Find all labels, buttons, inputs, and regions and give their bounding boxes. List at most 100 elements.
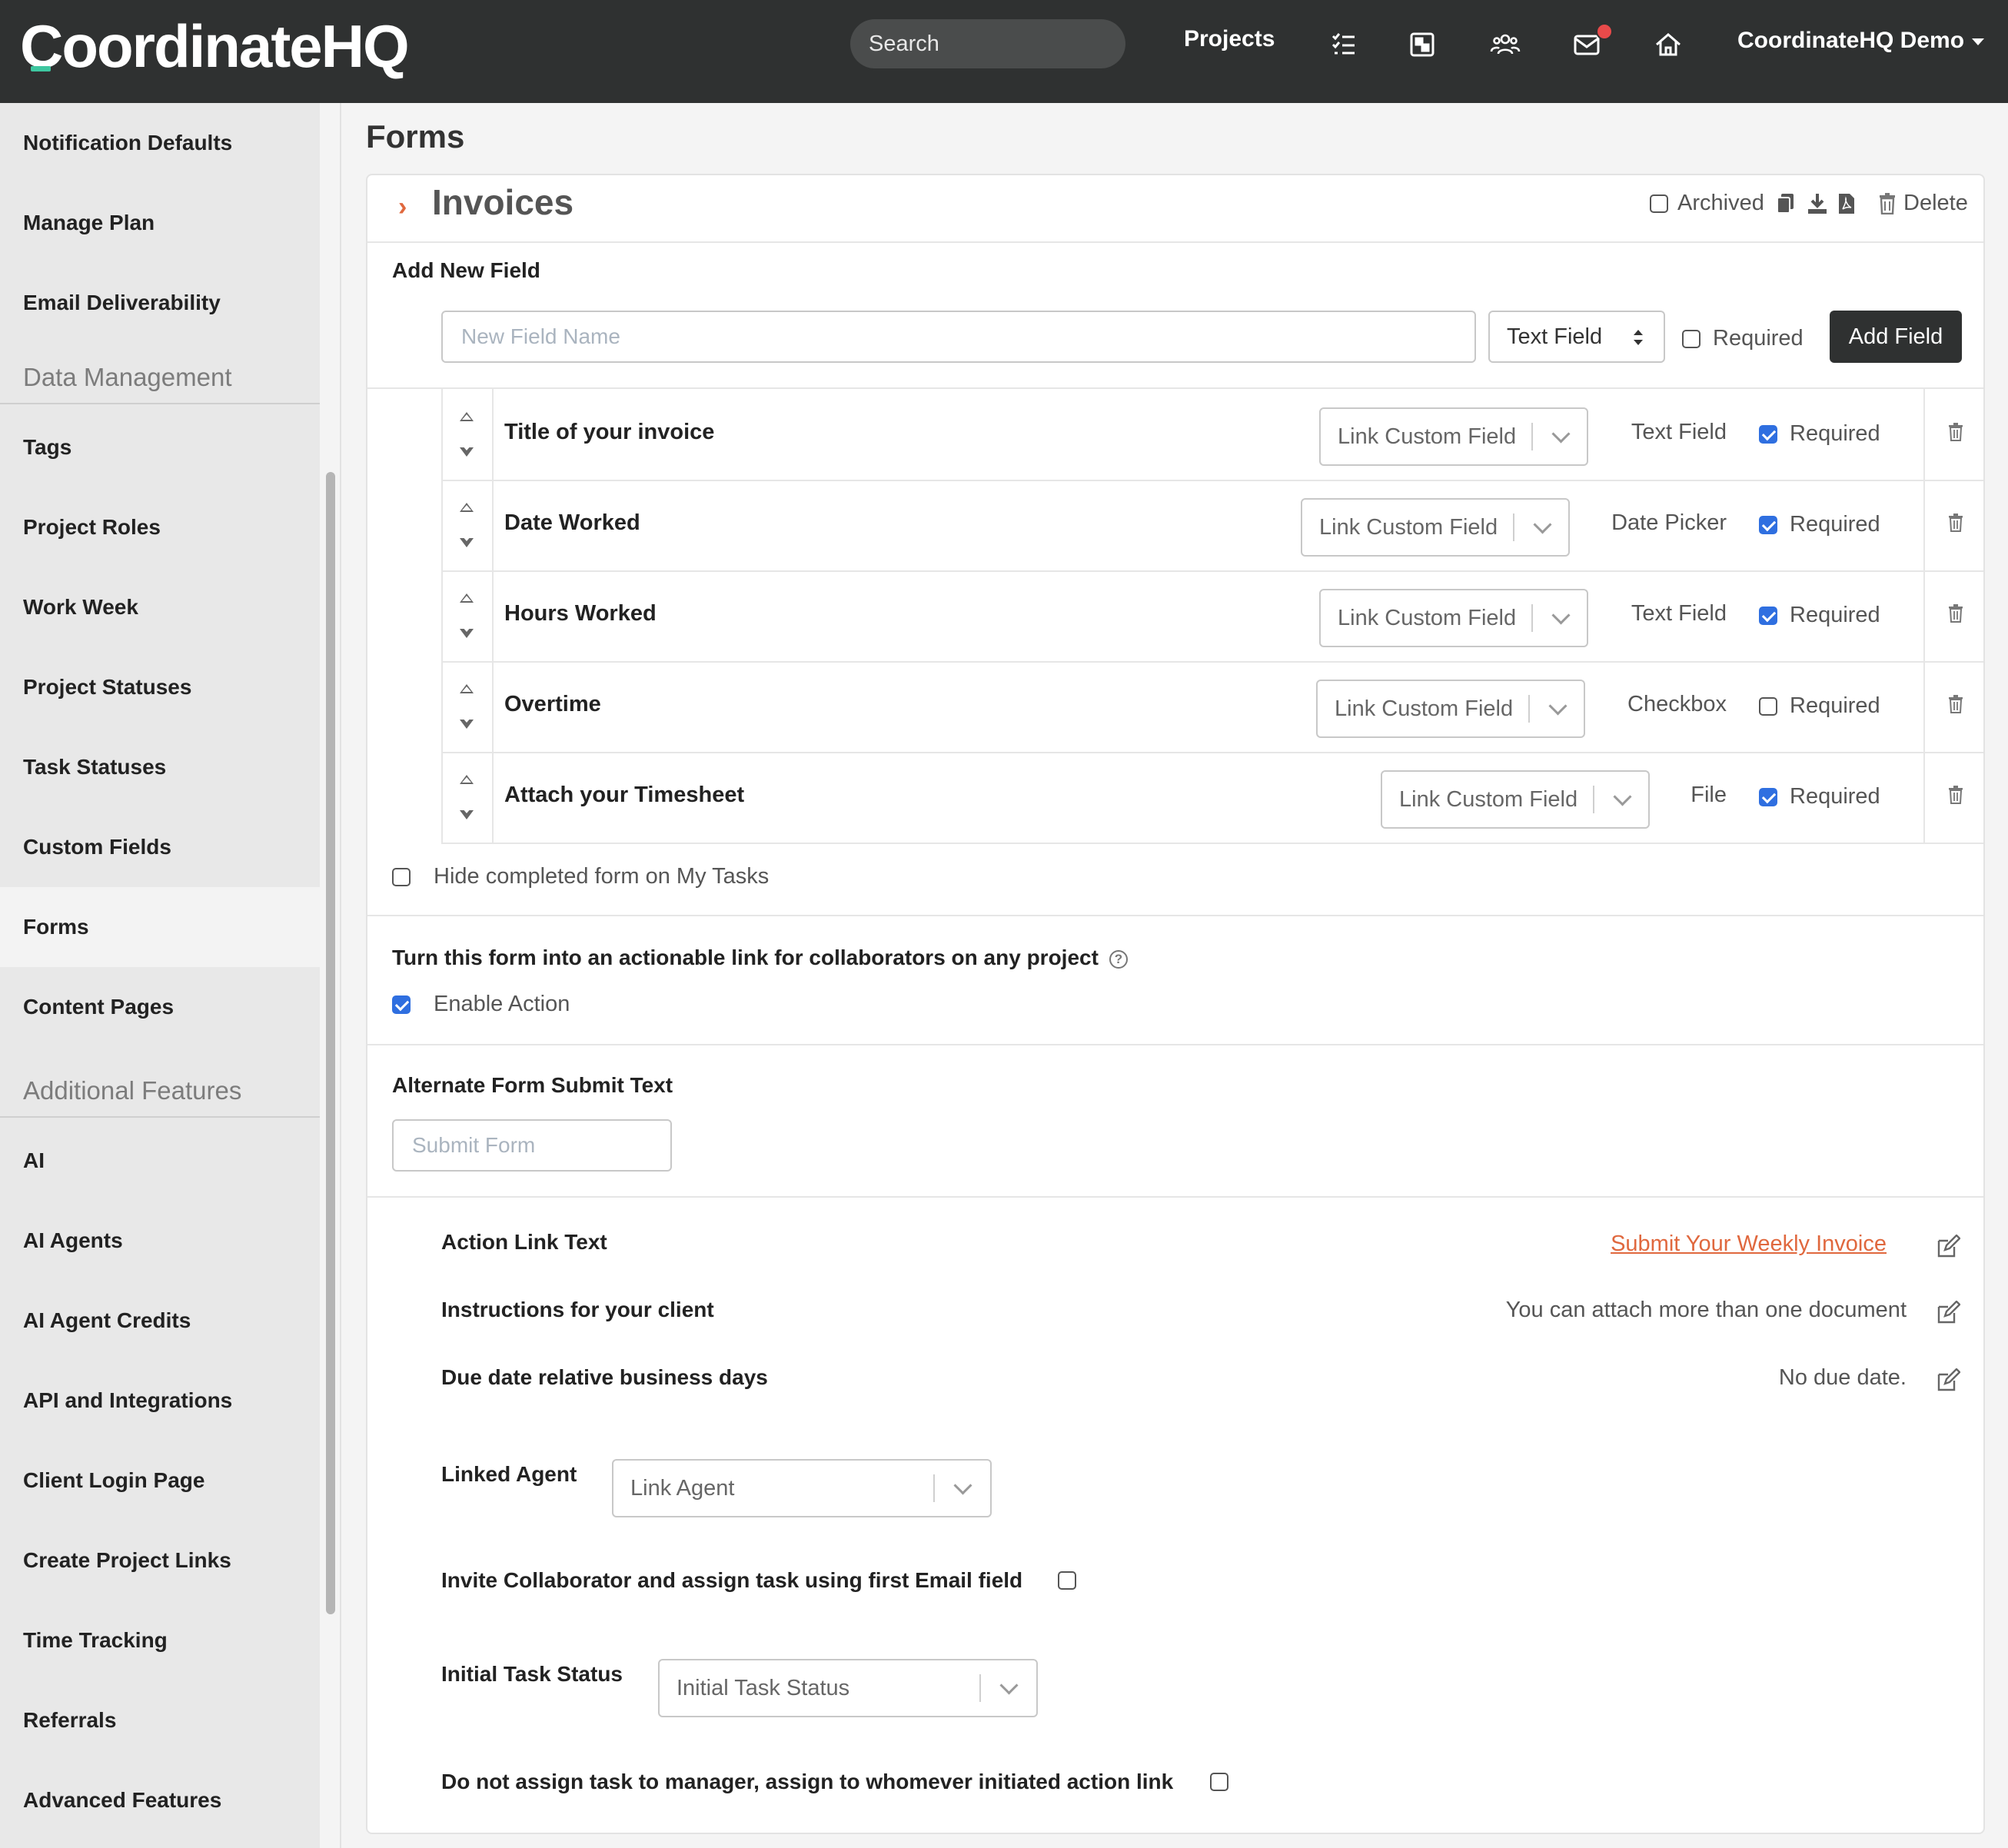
hide-completed-toggle[interactable]: Hide completed form on My Tasks (392, 864, 769, 889)
sidebar-item-content-pages[interactable]: Content Pages (0, 967, 320, 1047)
sidebar-item-ai-agent-credits[interactable]: AI Agent Credits (0, 1281, 320, 1361)
move-down-icon[interactable] (460, 808, 474, 819)
sidebar-item-time-tracking[interactable]: Time Tracking (0, 1600, 320, 1680)
hide-completed-checkbox[interactable] (392, 867, 411, 886)
move-up-icon[interactable] (460, 503, 474, 512)
no-assign-manager-toggle[interactable]: Do not assign task to manager, assign to… (441, 1770, 1229, 1794)
trash-icon[interactable] (1948, 786, 1963, 804)
copy-icon[interactable] (1776, 192, 1796, 219)
reorder-handle[interactable] (441, 389, 494, 480)
sidebar-item-tags[interactable]: Tags (0, 407, 320, 487)
sidebar: Notification Defaults Manage Plan Email … (0, 103, 320, 1848)
reorder-handle[interactable] (441, 752, 494, 843)
alt-submit-input[interactable]: Submit Form (392, 1119, 672, 1172)
field-required-toggle[interactable]: Required (1759, 784, 1880, 809)
new-field-name-input[interactable]: New Field Name (441, 311, 1476, 363)
sidebar-item-client-login-page[interactable]: Client Login Page (0, 1441, 320, 1521)
link-custom-field-select[interactable]: Link Custom Field (1381, 770, 1650, 829)
enable-action-checkbox[interactable] (392, 995, 411, 1014)
link-custom-field-select[interactable]: Link Custom Field (1301, 498, 1570, 557)
sidebar-item-manage-plan[interactable]: Manage Plan (0, 183, 320, 263)
sidebar-item-task-statuses[interactable]: Task Statuses (0, 727, 320, 807)
task-list-icon[interactable] (1328, 29, 1359, 60)
move-up-icon[interactable] (460, 684, 474, 693)
field-required-toggle[interactable]: Required (1759, 512, 1880, 537)
new-field-required-checkbox[interactable] (1682, 329, 1700, 348)
field-type: Text Field (1631, 601, 1727, 626)
link-custom-field-select[interactable]: Link Custom Field (1319, 589, 1588, 647)
sidebar-item-create-project-links[interactable]: Create Project Links (0, 1521, 320, 1600)
trash-icon[interactable] (1948, 695, 1963, 713)
reorder-handle[interactable] (441, 661, 494, 752)
new-field-required-toggle[interactable]: Required (1682, 326, 1804, 351)
move-up-icon[interactable] (460, 593, 474, 603)
move-down-icon[interactable] (460, 627, 474, 638)
enable-action-toggle[interactable]: Enable Action (392, 992, 570, 1017)
add-field-button[interactable]: Add Field (1830, 311, 1962, 363)
form-title[interactable]: Invoices (432, 181, 573, 223)
home-icon[interactable] (1653, 29, 1684, 60)
field-required-checkbox[interactable] (1759, 787, 1777, 806)
link-custom-field-select[interactable]: Link Custom Field (1319, 407, 1588, 466)
sidebar-item-project-roles[interactable]: Project Roles (0, 487, 320, 567)
search-input[interactable]: Search (850, 19, 1125, 68)
field-required-checkbox[interactable] (1759, 696, 1777, 716)
field-required-checkbox[interactable] (1759, 515, 1777, 534)
field-required-checkbox[interactable] (1759, 424, 1777, 444)
field-type-select[interactable]: Text Field (1488, 311, 1665, 363)
sidebar-item-referrals[interactable]: Referrals (0, 1680, 320, 1760)
delete-field-cell (1923, 661, 1986, 752)
nav-projects[interactable]: Projects (1184, 26, 1275, 52)
trash-icon[interactable] (1948, 514, 1963, 532)
sidebar-item-email-deliverability[interactable]: Email Deliverability (0, 263, 320, 343)
field-required-toggle[interactable]: Required (1759, 421, 1880, 447)
move-down-icon[interactable] (460, 536, 474, 547)
sidebar-item-custom-fields[interactable]: Custom Fields (0, 807, 320, 887)
app-logo[interactable]: CoordinateHQ (20, 11, 410, 81)
sidebar-item-notification-defaults[interactable]: Notification Defaults (0, 103, 320, 183)
field-required-checkbox[interactable] (1759, 606, 1777, 625)
link-custom-field-select[interactable]: Link Custom Field (1316, 680, 1585, 738)
sidebar-item-api-integrations[interactable]: API and Integrations (0, 1361, 320, 1441)
chevron-down-icon (1613, 787, 1632, 806)
invite-collaborator-checkbox[interactable] (1058, 1571, 1077, 1590)
trash-icon[interactable] (1948, 604, 1963, 623)
delete-form-button[interactable]: Delete (1879, 191, 1968, 216)
reorder-handle[interactable] (441, 480, 494, 570)
action-link-text[interactable]: Submit Your Weekly Invoice (1611, 1231, 1887, 1256)
team-icon[interactable] (1490, 29, 1521, 60)
account-menu[interactable]: CoordinateHQ Demo (1737, 28, 1985, 54)
no-assign-manager-checkbox[interactable] (1210, 1773, 1229, 1791)
sidebar-item-ai-agents[interactable]: AI Agents (0, 1201, 320, 1281)
sidebar-scrollbar[interactable] (326, 472, 335, 1614)
action-link-text-value[interactable]: Submit Your Weekly Invoice (1611, 1231, 1887, 1257)
reorder-handle[interactable] (441, 570, 494, 661)
pdf-icon[interactable] (1837, 192, 1856, 219)
move-up-icon[interactable] (460, 775, 474, 784)
archived-toggle[interactable]: Archived (1650, 191, 1764, 216)
archived-checkbox[interactable] (1650, 194, 1668, 213)
field-type: File (1691, 783, 1727, 807)
initial-status-select[interactable]: Initial Task Status (658, 1659, 1038, 1717)
dashboard-icon[interactable] (1407, 29, 1438, 60)
sidebar-item-ai[interactable]: AI (0, 1121, 320, 1201)
help-icon[interactable]: ? (1109, 949, 1128, 969)
edit-icon[interactable] (1936, 1301, 1960, 1325)
field-required-toggle[interactable]: Required (1759, 693, 1880, 719)
sidebar-item-advanced-features[interactable]: Advanced Features (0, 1760, 320, 1840)
move-down-icon[interactable] (460, 717, 474, 729)
field-required-toggle[interactable]: Required (1759, 603, 1880, 628)
field-name: Title of your invoice (504, 420, 715, 444)
move-down-icon[interactable] (460, 445, 474, 457)
invite-collaborator-toggle[interactable]: Invite Collaborator and assign task usin… (441, 1568, 1077, 1593)
expand-chevron-icon[interactable]: › (398, 192, 407, 222)
sidebar-item-forms[interactable]: Forms (0, 887, 320, 967)
sidebar-item-work-week[interactable]: Work Week (0, 567, 320, 647)
move-up-icon[interactable] (460, 412, 474, 421)
edit-icon[interactable] (1936, 1368, 1960, 1393)
sidebar-item-project-statuses[interactable]: Project Statuses (0, 647, 320, 727)
edit-icon[interactable] (1936, 1235, 1960, 1259)
trash-icon[interactable] (1948, 423, 1963, 441)
linked-agent-select[interactable]: Link Agent (612, 1459, 992, 1517)
download-icon[interactable] (1807, 192, 1828, 219)
